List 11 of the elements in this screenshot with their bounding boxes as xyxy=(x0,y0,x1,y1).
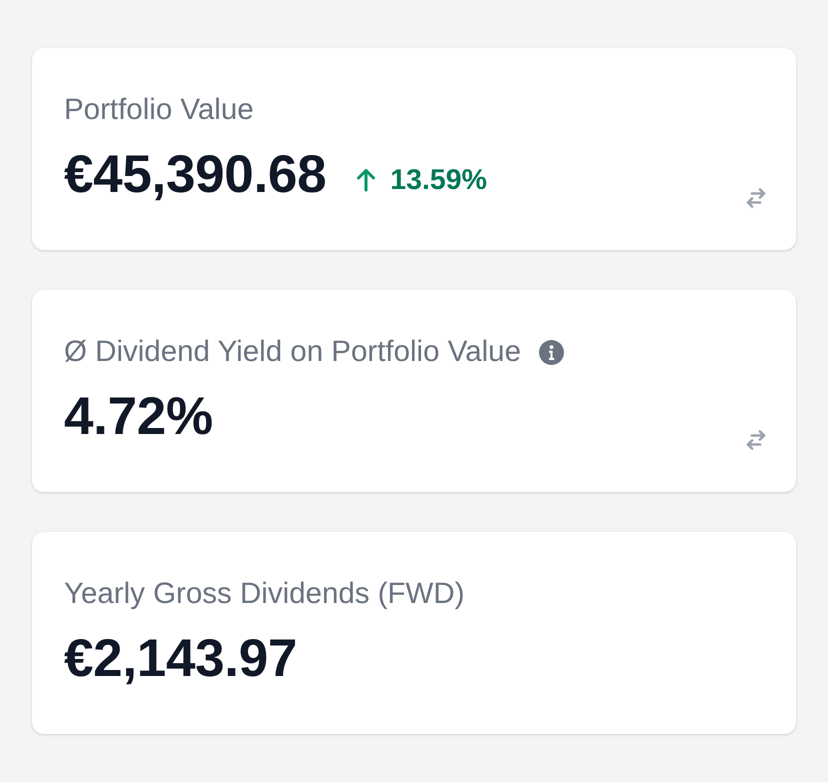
card-label: Yearly Gross Dividends (FWD) xyxy=(64,577,465,611)
swap-icon[interactable] xyxy=(744,186,768,210)
card-value: €2,143.97 xyxy=(64,629,298,689)
card-label: Ø Dividend Yield on Portfolio Value xyxy=(64,335,521,369)
arrow-up-icon xyxy=(356,168,376,192)
card-label: Portfolio Value xyxy=(64,93,254,127)
card-value: €45,390.68 xyxy=(64,145,326,205)
change-percentage: 13.59% xyxy=(390,164,487,196)
card-value: 4.72% xyxy=(64,387,213,447)
info-icon[interactable] xyxy=(538,340,564,364)
swap-icon[interactable] xyxy=(744,428,768,452)
